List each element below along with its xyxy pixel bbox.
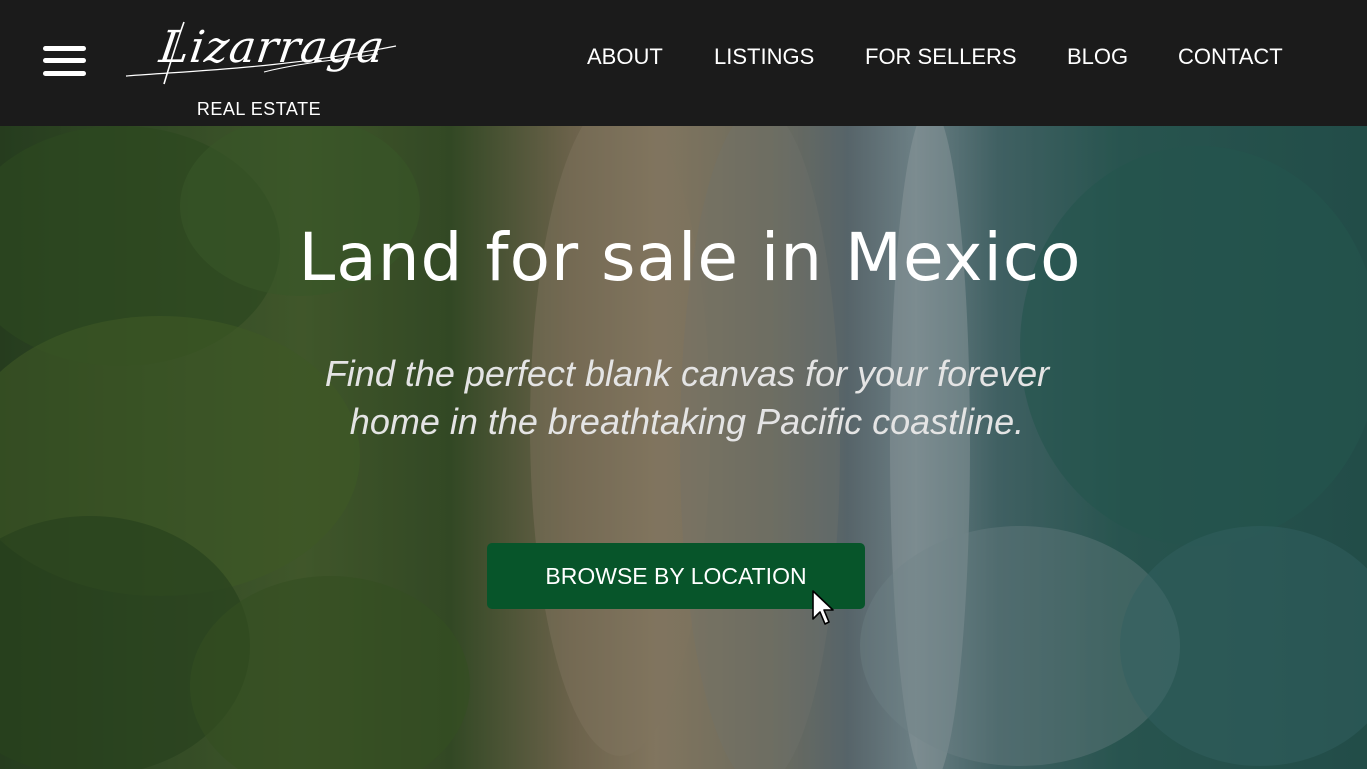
hero-section: Land for sale in Mexico Find the perfect… bbox=[0, 126, 1367, 769]
nav-item-listings[interactable]: LISTINGS bbox=[714, 42, 814, 72]
nav-item-about[interactable]: ABOUT bbox=[587, 42, 663, 72]
nav-item-blog[interactable]: BLOG bbox=[1067, 42, 1128, 72]
hero-subtitle-line-2: home in the breathtaking Pacific coastli… bbox=[349, 401, 1025, 442]
hero-title: Land for sale in Mexico bbox=[298, 219, 1082, 296]
brand-logo[interactable]: Lizarraga REAL ESTATE bbox=[124, 14, 400, 122]
hero-subtitle-line-1: Find the perfect blank canvas for your f… bbox=[324, 353, 1050, 394]
hero-subtitle: Find the perfect blank canvas for your f… bbox=[260, 350, 1114, 446]
browse-by-location-button[interactable]: BROWSE BY LOCATION bbox=[487, 543, 865, 609]
hamburger-menu-icon[interactable] bbox=[43, 46, 86, 76]
nav-item-contact[interactable]: CONTACT bbox=[1178, 42, 1283, 72]
site-header: Lizarraga REAL ESTATE ABOUT LISTINGS FOR… bbox=[0, 0, 1367, 126]
logo-subtitle: REAL ESTATE bbox=[196, 99, 322, 119]
logo-wordmark: Lizarraga bbox=[156, 22, 389, 73]
mouse-pointer-icon bbox=[812, 590, 834, 625]
nav-item-for-sellers[interactable]: FOR SELLERS bbox=[865, 42, 1017, 72]
